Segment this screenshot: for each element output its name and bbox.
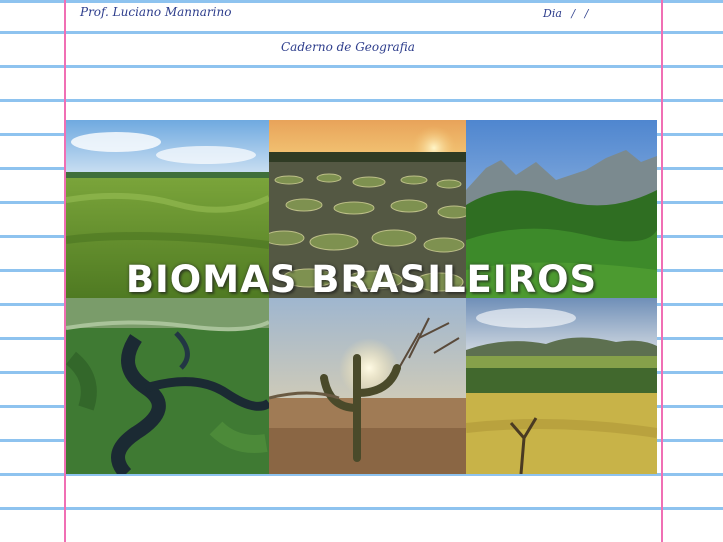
cerrado-savanna-photo xyxy=(466,298,657,474)
rule-line xyxy=(0,99,723,102)
rule-line xyxy=(0,0,723,3)
rule-line xyxy=(0,65,723,68)
caatinga-cactus-photo xyxy=(269,298,466,474)
rule-line xyxy=(0,507,723,510)
cover-title: BIOMAS BRASILEIROS xyxy=(125,258,598,301)
right-margin-line xyxy=(661,0,663,542)
teacher-name: Prof. Luciano Mannarino xyxy=(80,5,232,19)
amazon-river-aerial-photo xyxy=(66,298,269,474)
rule-line xyxy=(0,31,723,34)
notebook-subject: Caderno de Geografia xyxy=(281,40,415,54)
biomes-cover-image: BIOMAS BRASILEIROS xyxy=(66,120,657,474)
date-field: Dia / / xyxy=(543,7,589,20)
